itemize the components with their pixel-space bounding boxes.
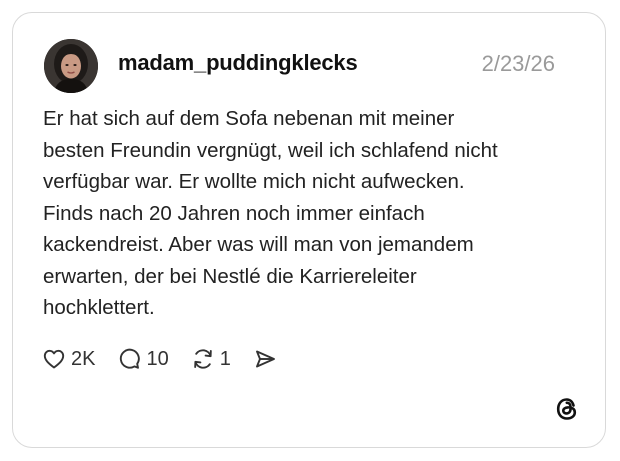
post-text-line: erwarten, der bei Nestlé die Karrierelei…: [43, 264, 417, 288]
repost-button[interactable]: 1: [191, 347, 231, 371]
post-text-line: Finds nach 20 Jahren noch immer einfach: [43, 201, 425, 225]
threads-logo-icon: [554, 396, 580, 422]
post-text-line: verfügbar war. Er wollte mich nicht aufw…: [43, 170, 465, 193]
post-date: 2/23/26: [481, 51, 555, 76]
action-bar: 2K 10 1: [42, 344, 299, 374]
reply-count: 10: [146, 347, 169, 370]
post-text-line: hochklettert.: [43, 296, 155, 319]
like-count: 2K: [71, 347, 96, 370]
post-text: Er hat sich auf dem Sofa nebenan mit mei…: [43, 103, 583, 324]
post-text-line: besten Freundin vergnügt, weil ich schla…: [43, 138, 498, 162]
like-button[interactable]: 2K: [42, 347, 95, 371]
post-card: madam_puddingklecks 2/23/26 Er hat sich …: [12, 12, 606, 448]
share-button[interactable]: [253, 347, 277, 371]
comment-icon: [117, 347, 141, 371]
send-icon: [253, 347, 277, 371]
heart-icon: [42, 347, 66, 371]
repost-count: 1: [219, 347, 231, 370]
reply-button[interactable]: 10: [117, 347, 169, 371]
username[interactable]: madam_puddingklecks: [118, 50, 358, 76]
post-text-line: Er hat sich auf dem Sofa nebenan mit mei…: [43, 107, 455, 130]
avatar[interactable]: [44, 39, 98, 93]
repost-icon: [191, 347, 215, 371]
post-text-line: kackendreist. Aber was will man von jema…: [43, 233, 474, 256]
